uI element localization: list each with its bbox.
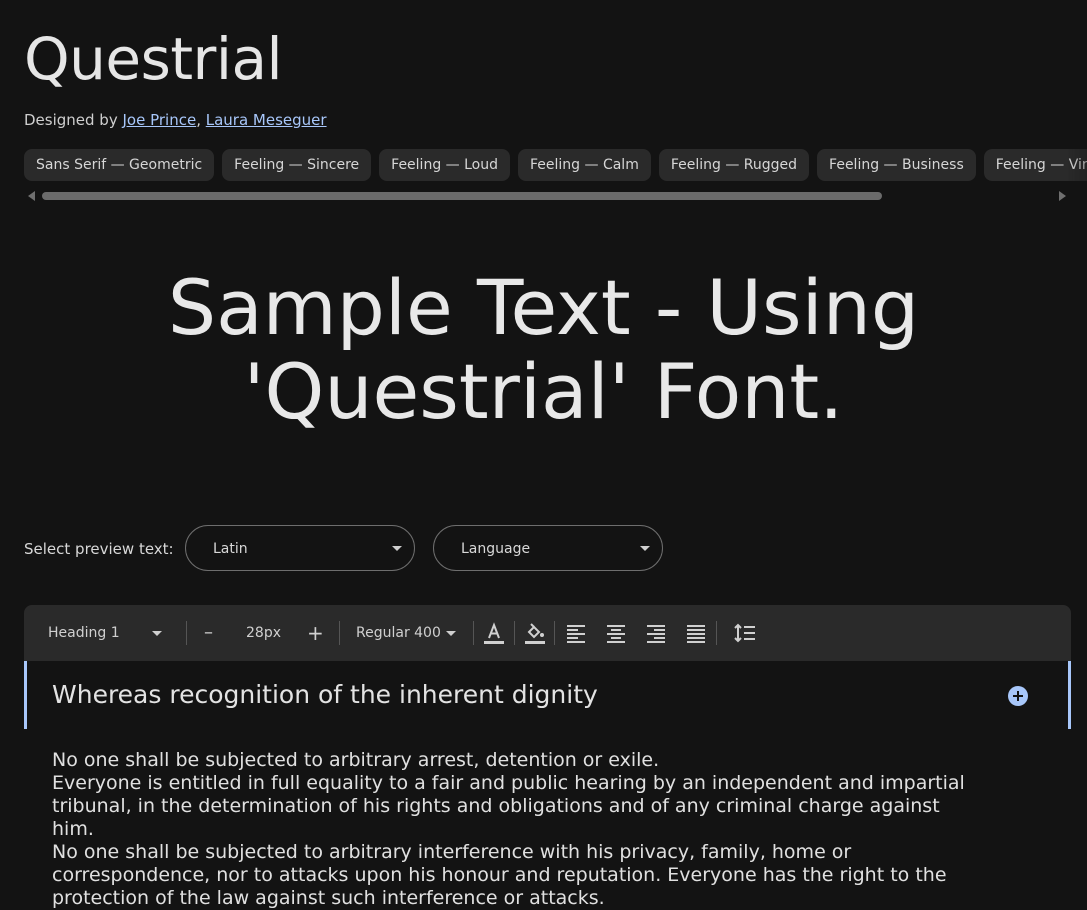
designed-by-prefix: Designed by xyxy=(24,111,123,129)
designer-link-laura-meseguer[interactable]: Laura Meseguer xyxy=(206,111,327,129)
tag-chip[interactable]: Feeling — Rugged xyxy=(658,149,810,181)
tag-chip-list: Sans Serif — Geometric Feeling — Sincere… xyxy=(24,149,1087,181)
preview-text-label: Select preview text: xyxy=(24,540,174,558)
script-select-value: Latin xyxy=(213,541,248,557)
scroll-right-arrow-icon[interactable] xyxy=(1059,191,1066,201)
align-right-icon[interactable] xyxy=(644,621,668,645)
align-center-icon[interactable] xyxy=(604,621,628,645)
editor-paragraph: Everyone is entitled in full equality to… xyxy=(52,772,965,840)
editor-heading-text[interactable]: Whereas recognition of the inherent dign… xyxy=(52,680,598,709)
text-style-select[interactable]: Heading 1 xyxy=(48,605,168,661)
language-select-value: Language xyxy=(461,541,531,557)
toolbar-divider xyxy=(554,621,555,645)
chevron-down-icon xyxy=(446,631,456,636)
tag-chip[interactable]: Feeling — Calm xyxy=(518,149,651,181)
tag-chip[interactable]: Sans Serif — Geometric xyxy=(24,149,215,181)
line-height-icon[interactable] xyxy=(733,621,757,645)
sample-text-preview: Sample Text - Using 'Questrial' Font. xyxy=(167,263,920,436)
font-title: Questrial xyxy=(24,25,283,93)
align-justify-icon[interactable] xyxy=(684,621,708,645)
text-color-icon[interactable] xyxy=(482,621,506,645)
editor-toolbar: Heading 1 – 28px + Regular 400 xyxy=(24,605,1071,661)
tag-chip[interactable]: Feeling — Sincere xyxy=(222,149,372,181)
increase-size-button[interactable]: + xyxy=(307,605,324,661)
tag-chip[interactable]: Feeling — Loud xyxy=(379,149,510,181)
text-style-value: Heading 1 xyxy=(48,625,120,641)
font-weight-select[interactable]: Regular 400 xyxy=(356,605,466,661)
decrease-size-button[interactable]: – xyxy=(204,605,213,661)
toolbar-divider xyxy=(473,621,474,645)
tag-chip[interactable]: Feeling — Business xyxy=(817,149,976,181)
script-select[interactable]: Latin xyxy=(185,525,415,571)
chevron-down-icon xyxy=(392,546,402,551)
editor-body[interactable]: No one shall be subjected to arbitrary a… xyxy=(52,749,987,910)
editor-paragraph: No one shall be subjected to arbitrary i… xyxy=(52,841,947,909)
designer-credit: Designed by Joe Prince, Laura Meseguer xyxy=(24,111,327,129)
font-size-value[interactable]: 28px xyxy=(246,605,281,661)
toolbar-divider xyxy=(514,621,515,645)
designer-separator: , xyxy=(196,111,206,129)
fill-color-icon[interactable] xyxy=(523,621,547,645)
toolbar-divider xyxy=(716,621,717,645)
designer-link-joe-prince[interactable]: Joe Prince xyxy=(122,111,196,129)
scroll-left-arrow-icon[interactable] xyxy=(28,191,35,201)
align-left-icon[interactable] xyxy=(564,621,588,645)
horizontal-scrollbar-thumb[interactable] xyxy=(42,192,882,200)
toolbar-divider xyxy=(339,621,340,645)
toolbar-divider xyxy=(186,621,187,645)
editor-paragraph: No one shall be subjected to arbitrary a… xyxy=(52,749,660,771)
font-weight-value: Regular 400 xyxy=(356,625,441,641)
chevron-down-icon xyxy=(640,546,650,551)
chevron-down-icon xyxy=(152,631,162,636)
add-circle-icon[interactable] xyxy=(1008,686,1028,706)
language-select[interactable]: Language xyxy=(433,525,663,571)
tag-chip[interactable]: Feeling — Vintage xyxy=(983,149,1087,181)
